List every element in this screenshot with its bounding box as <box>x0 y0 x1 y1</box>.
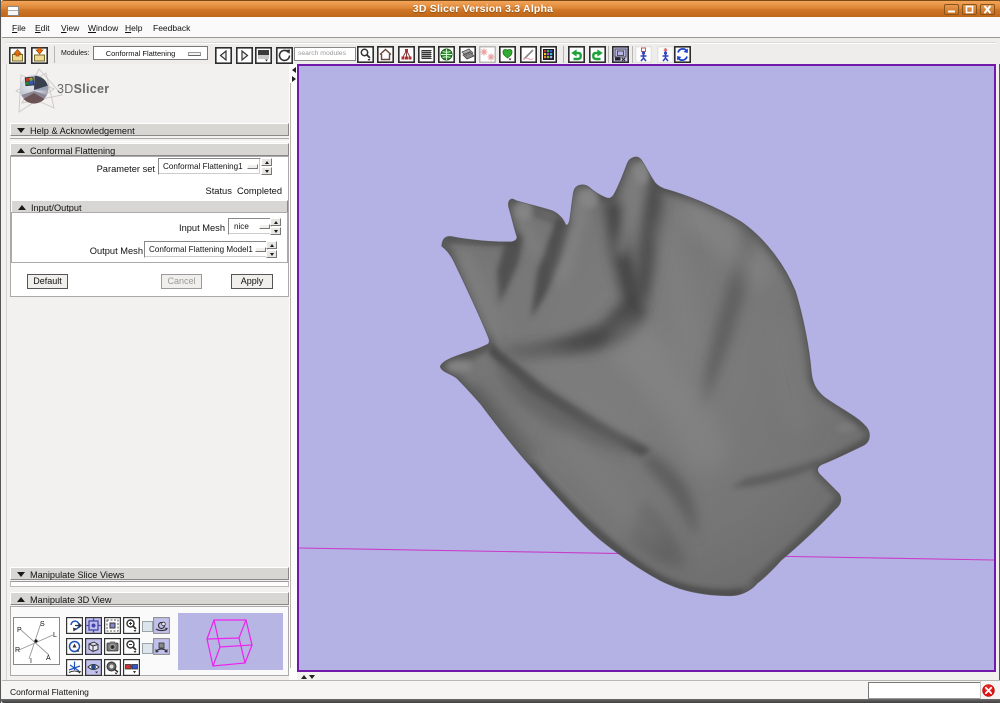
svg-text:L: L <box>53 632 57 639</box>
svg-text:P: P <box>17 627 22 634</box>
svg-text:I: I <box>30 658 32 665</box>
svg-text:A: A <box>46 655 51 662</box>
svg-text:S: S <box>40 621 45 628</box>
svg-text:R: R <box>15 647 20 654</box>
